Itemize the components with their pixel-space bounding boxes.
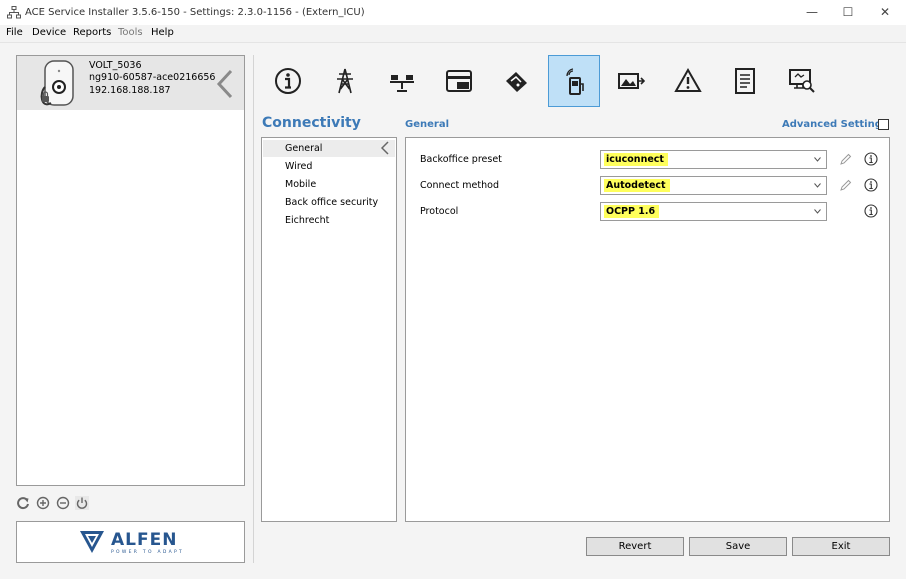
- protocol-label: Protocol: [420, 206, 459, 217]
- protocol-select[interactable]: OCPP 1.6: [600, 202, 827, 221]
- chevron-down-icon: [814, 209, 821, 214]
- tab-power-line[interactable]: [319, 55, 371, 107]
- menu-help[interactable]: Help: [151, 27, 174, 38]
- revert-button[interactable]: Revert: [586, 537, 684, 556]
- backoffice-preset-value: icuconnect: [604, 153, 668, 166]
- tab-card-reader[interactable]: [433, 55, 485, 107]
- info-icon: [275, 68, 301, 94]
- panel-divider: [253, 55, 254, 563]
- device-serial: ng910-60587-ace0216656: [89, 72, 216, 83]
- report-icon: [735, 68, 755, 94]
- subnav-item-back-office-security[interactable]: Back office security: [285, 197, 378, 208]
- backoffice-preset-select[interactable]: icuconnect: [600, 150, 827, 169]
- device-card[interactable]: VOLT_5036 ng910-60587-ace0216656 192.168…: [17, 56, 244, 110]
- info-icon[interactable]: [864, 178, 878, 192]
- protocol-value: OCPP 1.6: [604, 205, 660, 218]
- backoffice-preset-label: Backoffice preset: [420, 154, 502, 165]
- connect-method-value: Autodetect: [604, 179, 670, 192]
- subnav-item-eichrecht[interactable]: Eichrecht: [285, 215, 329, 226]
- info-icon[interactable]: [864, 204, 878, 218]
- logo-box: ALFEN POWER TO ADAPT: [16, 521, 245, 563]
- tab-info[interactable]: [262, 55, 314, 107]
- subnav-item-general[interactable]: General: [285, 143, 322, 154]
- device-list: VOLT_5036 ng910-60587-ace0216656 192.168…: [16, 55, 245, 486]
- tab-warnings[interactable]: [662, 55, 714, 107]
- tab-connectivity[interactable]: [548, 55, 600, 107]
- maximize-icon[interactable]: ☐: [837, 4, 859, 20]
- tab-display[interactable]: [605, 55, 657, 107]
- menu-bar: File Device Reports Tools Help: [0, 25, 906, 42]
- warning-icon: [674, 67, 702, 92]
- pencil-icon[interactable]: [839, 153, 852, 166]
- chevron-left-icon[interactable]: [213, 68, 237, 100]
- menu-reports[interactable]: Reports: [73, 27, 111, 38]
- exit-button[interactable]: Exit: [792, 537, 890, 556]
- menu-device[interactable]: Device: [32, 27, 66, 38]
- add-icon[interactable]: [36, 496, 50, 510]
- pencil-icon[interactable]: [839, 179, 852, 192]
- connect-method-select[interactable]: Autodetect: [600, 176, 827, 195]
- device-ip: 192.168.188.187: [89, 85, 171, 96]
- settings-toolbar: [262, 55, 842, 107]
- diagnostics-icon: [789, 69, 815, 93]
- chevron-down-icon: [814, 157, 821, 162]
- power-line-icon: [337, 68, 353, 94]
- alfen-logo-icon: [80, 531, 104, 553]
- menu-tools[interactable]: Tools: [118, 27, 143, 38]
- connect-method-label: Connect method: [420, 180, 499, 191]
- display-icon: [618, 73, 645, 89]
- logo-tagline: POWER TO ADAPT: [111, 550, 185, 555]
- window-title: ACE Service Installer 3.5.6-150 - Settin…: [25, 7, 365, 18]
- remove-icon[interactable]: [56, 496, 70, 510]
- card-reader-icon: [446, 70, 472, 92]
- device-tools: [16, 495, 96, 513]
- advanced-settings-label[interactable]: Advanced Settings: [782, 119, 888, 130]
- tariff-icon: [506, 72, 527, 92]
- tab-diagnostics[interactable]: [776, 55, 828, 107]
- subnav-item-wired[interactable]: Wired: [285, 161, 312, 172]
- title-bar: ACE Service Installer 3.5.6-150 - Settin…: [0, 0, 906, 25]
- menu-file[interactable]: File: [6, 27, 23, 38]
- tab-load-balancing[interactable]: [376, 55, 428, 107]
- tab-reports[interactable]: [719, 55, 771, 107]
- network-icon: [7, 6, 21, 19]
- info-icon[interactable]: [864, 152, 878, 166]
- logo-text: ALFEN: [111, 530, 178, 550]
- connectivity-icon: [566, 68, 584, 95]
- advanced-settings-checkbox[interactable]: [878, 119, 889, 130]
- section-title: Connectivity: [262, 115, 361, 131]
- charger-icon: [40, 60, 74, 106]
- tab-tariff[interactable]: [490, 55, 542, 107]
- group-title: General: [405, 119, 449, 130]
- subnav-selected-highlight: [263, 140, 395, 157]
- close-icon[interactable]: ✕: [874, 4, 896, 20]
- power-icon[interactable]: [75, 496, 89, 510]
- connectivity-subnav: General Wired Mobile Back office securit…: [261, 137, 397, 522]
- device-name: VOLT_5036: [89, 60, 142, 71]
- refresh-icon[interactable]: [16, 496, 30, 510]
- save-button[interactable]: Save: [689, 537, 787, 556]
- load-balancing-icon: [390, 75, 414, 92]
- subnav-item-mobile[interactable]: Mobile: [285, 179, 316, 190]
- minimize-icon[interactable]: —: [801, 4, 823, 20]
- chevron-down-icon: [814, 183, 821, 188]
- chevron-left-icon[interactable]: [379, 141, 391, 155]
